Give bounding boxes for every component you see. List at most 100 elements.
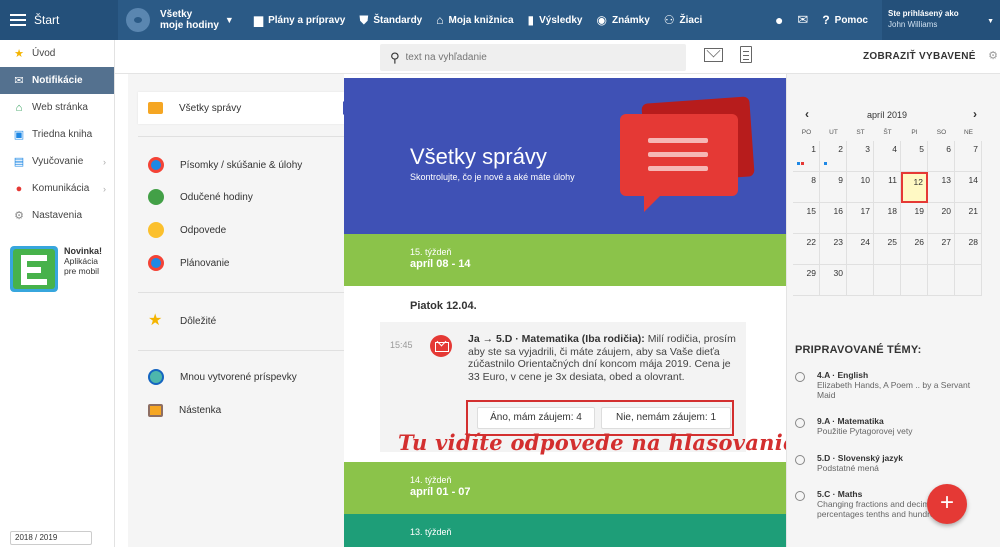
calendar-day-today[interactable]: 12 bbox=[901, 172, 928, 203]
sidebar: ★ Úvod ✉ Notifikácie ⌂ Web stránka ▣ Tri… bbox=[0, 40, 115, 547]
calendar-day[interactable]: 9 bbox=[820, 172, 847, 203]
calendar-day[interactable]: 26 bbox=[901, 234, 928, 265]
sidebar-item-label: Triedna kniha bbox=[32, 129, 93, 140]
poll-option-no[interactable]: Nie, nemám záujem: 1 bbox=[601, 407, 731, 429]
divider bbox=[138, 292, 344, 293]
category-planning[interactable]: Plánovanie bbox=[138, 248, 344, 278]
calendar-day[interactable]: 23 bbox=[820, 234, 847, 265]
calendar-day[interactable]: 22 bbox=[793, 234, 820, 265]
calendar-day[interactable]: 3 bbox=[847, 141, 874, 172]
view-selector-line2: moje hodiny bbox=[160, 20, 219, 31]
gear-icon[interactable]: ⚙ bbox=[988, 49, 998, 62]
calendar-day[interactable]: 24 bbox=[847, 234, 874, 265]
calendar-day[interactable]: 5 bbox=[901, 141, 928, 172]
sidebar-item-label: Nastavenia bbox=[32, 210, 83, 221]
topic-item[interactable]: 9.A · Matematika Použitie Pytagorovej ve… bbox=[795, 416, 1000, 436]
sidebar-item-label: Vyučovanie bbox=[32, 156, 84, 167]
user-menu[interactable]: Ste prihlásený ako John Williams ▼ bbox=[882, 0, 1000, 40]
mobile-app-promo[interactable]: Novinka! Aplikácia pre mobil bbox=[10, 246, 106, 294]
calendar-day[interactable]: 16 bbox=[820, 203, 847, 234]
hamburger-icon bbox=[10, 11, 26, 29]
calendar-day[interactable]: 10 bbox=[847, 172, 874, 203]
calendar-day[interactable]: 1 bbox=[793, 141, 820, 172]
briefcase-icon: ▆ bbox=[253, 13, 264, 27]
calendar-day[interactable]: 19 bbox=[901, 203, 928, 234]
calendar-day bbox=[901, 265, 928, 296]
calendar-day[interactable]: 30 bbox=[820, 265, 847, 296]
category-tests[interactable]: Písomky / skúšanie & úlohy bbox=[138, 150, 344, 180]
start-menu-button[interactable]: Štart bbox=[0, 0, 118, 40]
calendar-day[interactable]: 6 bbox=[928, 141, 955, 172]
calendar-weekday: NE bbox=[963, 129, 974, 136]
calendar-month: apríl 2019 bbox=[867, 110, 908, 120]
calendar-day[interactable]: 8 bbox=[793, 172, 820, 203]
calendar-day[interactable]: 18 bbox=[874, 203, 901, 234]
calendar-day[interactable]: 2 bbox=[820, 141, 847, 172]
sidebar-item-class-book[interactable]: ▣ Triedna kniha bbox=[0, 121, 114, 148]
calendar-day[interactable]: 20 bbox=[928, 203, 955, 234]
chat-icon[interactable]: ● bbox=[775, 12, 783, 28]
show-selected-button[interactable]: ZOBRAZIŤ VYBAVENÉ bbox=[863, 51, 976, 62]
sidebar-item-teaching[interactable]: ▤ Vyučovanie › bbox=[0, 148, 114, 175]
topic-class: 5.C · Maths bbox=[817, 489, 863, 499]
calendar-day[interactable]: 11 bbox=[874, 172, 901, 203]
nav-grades[interactable]: ◉ Známky bbox=[597, 13, 650, 27]
search-box[interactable]: ⚲ bbox=[380, 44, 686, 71]
calendar-day[interactable]: 28 bbox=[955, 234, 982, 265]
sidebar-item-communication[interactable]: ● Komunikácia › bbox=[0, 175, 114, 202]
view-selector[interactable]: Všetky moje hodiny bbox=[160, 9, 219, 31]
nav-standards[interactable]: ⛊ Štandardy bbox=[359, 13, 422, 28]
sidebar-item-settings[interactable]: ⚙ Nastavenia bbox=[0, 202, 114, 229]
sidebar-item-website[interactable]: ⌂ Web stránka bbox=[0, 94, 114, 121]
category-all-messages[interactable]: Všetky správy bbox=[138, 92, 350, 124]
category-notice-board[interactable]: Nástenka bbox=[138, 395, 344, 425]
calendar-day[interactable]: 4 bbox=[874, 141, 901, 172]
calendar-day[interactable]: 21 bbox=[955, 203, 982, 234]
sidebar-item-home[interactable]: ★ Úvod bbox=[0, 40, 114, 67]
book-icon: ▣ bbox=[13, 129, 25, 141]
topic-item[interactable]: 4.A · English Elizabeth Hands, A Poem ..… bbox=[795, 370, 1000, 400]
category-my-posts[interactable]: Mnou vytvorené príspevky bbox=[138, 362, 344, 392]
search-input[interactable] bbox=[405, 52, 656, 63]
topic-item[interactable]: 5.C · Maths Changing fractions and decim… bbox=[795, 489, 1000, 523]
nav-plans[interactable]: ▆ Plány a prípravy bbox=[254, 13, 346, 27]
calendar-day[interactable]: 25 bbox=[874, 234, 901, 265]
calendar-day[interactable]: 14 bbox=[955, 172, 982, 203]
clock-icon bbox=[795, 455, 805, 465]
feed-header: Všetky správy Skontrolujte, čo je nové a… bbox=[344, 78, 786, 234]
chevron-left-icon[interactable]: ‹ bbox=[805, 107, 809, 121]
help-label: Pomoc bbox=[834, 14, 868, 26]
category-taught-lessons[interactable]: Odučené hodiny bbox=[138, 182, 344, 212]
school-year-select[interactable]: 2018 / 2019 bbox=[10, 531, 92, 545]
calendar-day[interactable]: 13 bbox=[928, 172, 955, 203]
calendar-day[interactable]: 27 bbox=[928, 234, 955, 265]
message-icon[interactable] bbox=[704, 48, 723, 62]
sidebar-item-label: Komunikácia bbox=[32, 183, 90, 194]
clipboard-icon[interactable] bbox=[740, 46, 752, 63]
topic-item[interactable]: 5.D · Slovenský jazyk Podstatné mená bbox=[795, 453, 1000, 473]
feed-subtitle: Skontrolujte, čo je nové a aké máte úloh… bbox=[410, 172, 575, 182]
mail-icon[interactable]: ✉ bbox=[797, 12, 808, 28]
calendar-day[interactable]: 15 bbox=[793, 203, 820, 234]
avatar[interactable] bbox=[126, 8, 150, 32]
calendar-week-row: 8 9 10 11 12 13 14 bbox=[793, 172, 994, 203]
calendar-day bbox=[955, 265, 982, 296]
add-button[interactable]: + bbox=[927, 484, 967, 524]
nav-results[interactable]: ▮ Výsledky bbox=[528, 13, 583, 27]
poll-option-yes[interactable]: Áno, mám záujem: 4 bbox=[477, 407, 595, 429]
nav-library[interactable]: ⌂ Moja knižnica bbox=[436, 13, 513, 27]
calendar-day[interactable]: 7 bbox=[955, 141, 982, 172]
sidebar-item-label: Úvod bbox=[32, 48, 56, 59]
category-answers[interactable]: Odpovede bbox=[138, 215, 344, 245]
sidebar-item-notifications[interactable]: ✉ Notifikácie bbox=[0, 67, 114, 94]
calendar-day[interactable]: 29 bbox=[793, 265, 820, 296]
help-button[interactable]: ? Pomoc bbox=[822, 13, 868, 27]
category-important[interactable]: ★ Dôležité bbox=[138, 306, 344, 336]
user-status: Ste prihlásený ako bbox=[888, 9, 959, 18]
nav-students[interactable]: ⚇ Žiaci bbox=[664, 13, 703, 27]
nav-label: Žiaci bbox=[679, 14, 703, 26]
gear-icon: ⚙ bbox=[14, 210, 24, 222]
calendar-day[interactable]: 17 bbox=[847, 203, 874, 234]
chevron-right-icon[interactable]: › bbox=[973, 107, 977, 121]
chevron-down-icon[interactable]: ▼ bbox=[225, 15, 234, 25]
